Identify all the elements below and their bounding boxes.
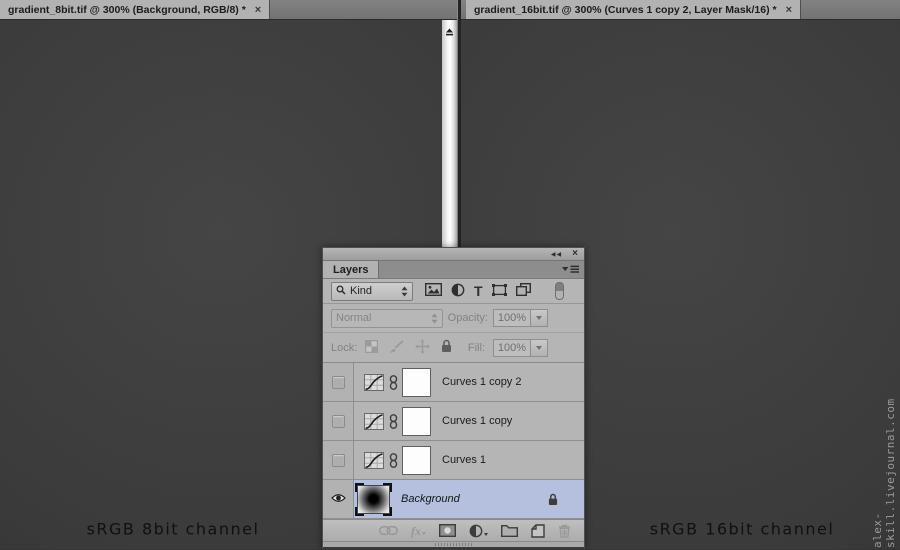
- lock-all-icon[interactable]: [441, 339, 452, 356]
- new-group-folder-icon[interactable]: [501, 525, 518, 537]
- fx-label: fx: [411, 525, 421, 537]
- new-layer-icon[interactable]: [531, 524, 545, 538]
- panel-title-bar[interactable]: ◀◀ ×: [323, 248, 584, 261]
- filter-adjustment-layers-icon[interactable]: [451, 283, 465, 300]
- new-adjustment-layer-icon[interactable]: [469, 524, 488, 538]
- lock-row: Lock: Fill: 100%: [323, 333, 584, 363]
- close-icon[interactable]: ×: [255, 4, 261, 16]
- blend-row: Normal Opacity: 100%: [323, 304, 584, 333]
- curves-adjustment-icon[interactable]: [364, 374, 384, 391]
- visibility-empty-well: [332, 376, 345, 389]
- caret-down-icon: [422, 532, 426, 535]
- fill-label: Fill:: [468, 342, 485, 354]
- search-icon: [336, 285, 346, 298]
- layer-name: Background: [401, 493, 460, 505]
- blend-mode-value: Normal: [336, 312, 371, 324]
- lock-label: Lock:: [331, 342, 357, 354]
- add-layer-mask-icon[interactable]: [439, 524, 456, 537]
- collapse-panel-icon[interactable]: ◀◀: [551, 251, 562, 258]
- layer-mask-thumbnail[interactable]: [402, 368, 431, 397]
- lock-position-move-icon[interactable]: [415, 339, 430, 357]
- visibility-toggle[interactable]: [323, 363, 354, 401]
- curves-adjustment-icon[interactable]: [364, 452, 384, 469]
- selection-corner: [383, 483, 392, 492]
- curves-adjustment-icon[interactable]: [364, 413, 384, 430]
- filter-toggle-switch[interactable]: [555, 282, 564, 300]
- opacity-label: Opacity:: [448, 312, 488, 324]
- filter-smart-objects-icon[interactable]: [516, 283, 531, 299]
- visibility-toggle[interactable]: [323, 480, 354, 518]
- caret-down-icon: [536, 316, 542, 320]
- lock-transparency-icon[interactable]: [365, 340, 378, 356]
- opacity-dropdown-button[interactable]: [531, 309, 548, 327]
- layer-mask-thumbnail[interactable]: [402, 446, 431, 475]
- panel-bottom-toolbar: fx: [323, 519, 584, 541]
- dropdown-spinner-icon: [431, 313, 438, 324]
- layer-row-curves-1[interactable]: Curves 1: [323, 441, 584, 480]
- tab-layers[interactable]: Layers: [323, 261, 379, 278]
- scroll-up-arrow-icon[interactable]: [445, 23, 454, 41]
- fill-input[interactable]: 100%: [493, 339, 531, 357]
- mask-link-icon: [389, 375, 398, 390]
- blend-mode-dropdown[interactable]: Normal: [331, 309, 443, 328]
- filter-kind-dropdown[interactable]: Kind: [331, 282, 413, 301]
- visibility-toggle[interactable]: [323, 402, 354, 440]
- tab-bar-left-pane: gradient_8bit.tif @ 300% (Background, RG…: [0, 0, 457, 20]
- document-tab-8bit[interactable]: gradient_8bit.tif @ 300% (Background, RG…: [0, 0, 270, 19]
- layer-row-curves-1-copy-2[interactable]: Curves 1 copy 2: [323, 363, 584, 402]
- filter-shape-layers-icon[interactable]: [492, 284, 507, 299]
- layer-row-background[interactable]: Background: [323, 480, 584, 519]
- locked-layer-icon: [548, 493, 558, 506]
- panel-menu-icon[interactable]: [562, 261, 579, 278]
- dropdown-spinner-icon: [401, 286, 408, 297]
- filter-row: Kind T: [323, 279, 584, 304]
- layer-list: Curves 1 copy 2 Curves 1 copy: [323, 363, 584, 519]
- caret-down-icon: [536, 346, 542, 350]
- fill-dropdown-button[interactable]: [531, 339, 548, 357]
- document-tab-16bit[interactable]: gradient_16bit.tif @ 300% (Curves 1 copy…: [466, 0, 801, 19]
- filter-pixel-layers-icon[interactable]: [425, 283, 442, 299]
- visibility-empty-well: [332, 415, 345, 428]
- document-tab-8bit-title: gradient_8bit.tif @ 300% (Background, RG…: [8, 4, 246, 16]
- watermark-text: alex-skill.livejournal.com: [871, 368, 897, 548]
- label-16bit-channel: sRGB 16bit channel: [650, 520, 835, 539]
- layer-name: Curves 1: [442, 454, 486, 466]
- caret-down-icon: [484, 533, 488, 536]
- selection-corner: [355, 483, 364, 492]
- document-tab-16bit-title: gradient_16bit.tif @ 300% (Curves 1 copy…: [474, 4, 777, 16]
- visibility-empty-well: [332, 454, 345, 467]
- opacity-input[interactable]: 100%: [493, 309, 531, 327]
- eye-icon: [331, 493, 346, 506]
- selection-corner: [383, 507, 392, 516]
- close-panel-icon[interactable]: ×: [572, 249, 578, 259]
- layer-name: Curves 1 copy: [442, 415, 512, 427]
- lock-pixels-brush-icon[interactable]: [389, 340, 404, 356]
- delete-layer-trash-icon[interactable]: [558, 524, 571, 538]
- layer-name: Curves 1 copy 2: [442, 376, 521, 388]
- layer-styles-fx-icon[interactable]: fx: [411, 525, 426, 537]
- panel-tab-row: Layers: [323, 261, 584, 279]
- label-8bit-channel: sRGB 8bit channel: [87, 520, 260, 539]
- tab-bar-right-pane: gradient_16bit.tif @ 300% (Curves 1 copy…: [461, 0, 900, 20]
- mask-link-icon: [389, 414, 398, 429]
- filter-kind-label: Kind: [350, 285, 372, 297]
- layers-panel: ◀◀ × Layers Kind T: [322, 247, 585, 549]
- close-icon[interactable]: ×: [786, 4, 792, 16]
- layer-mask-thumbnail[interactable]: [402, 407, 431, 436]
- mask-link-icon: [389, 453, 398, 468]
- layer-row-curves-1-copy[interactable]: Curves 1 copy: [323, 402, 584, 441]
- drag-handle-dots-icon: [435, 543, 473, 546]
- filter-type-layers-icon[interactable]: T: [474, 284, 483, 298]
- link-layers-icon[interactable]: [379, 526, 398, 535]
- tab-layers-label: Layers: [333, 264, 368, 276]
- visibility-toggle[interactable]: [323, 441, 354, 479]
- layer-thumbnail[interactable]: [357, 485, 390, 514]
- selection-corner: [355, 507, 364, 516]
